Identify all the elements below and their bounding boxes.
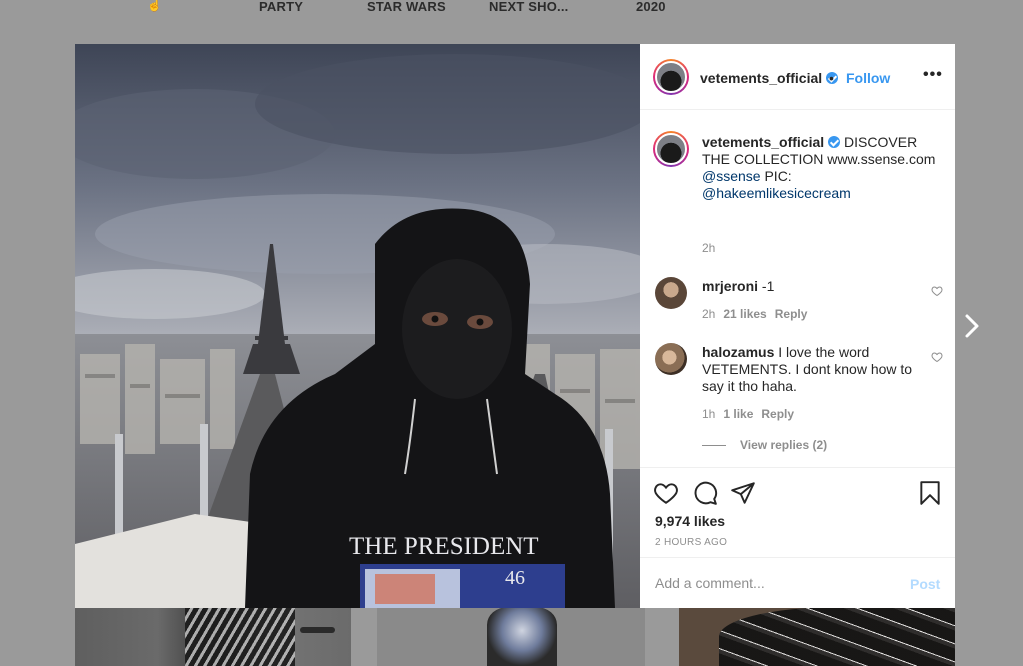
shirt-print-number: 46 <box>505 567 525 589</box>
like-heart-icon[interactable] <box>653 480 679 506</box>
post-author-username[interactable]: vetements_official <box>700 70 839 86</box>
post-timestamp[interactable]: 2 HOURS AGO <box>655 537 727 548</box>
like-comment-heart-icon[interactable] <box>931 285 943 297</box>
comment-username[interactable]: halozamus <box>702 344 774 360</box>
post-side-panel: vetements_official • Follow ••• vetement… <box>640 44 955 608</box>
comments-list[interactable]: vetements_official DISCOVER THE COLLECTI… <box>640 111 955 467</box>
next-post-chevron-icon[interactable] <box>963 312 983 340</box>
highlight-star-wars[interactable]: STAR WARS <box>367 0 446 14</box>
add-comment-input[interactable] <box>655 575 895 591</box>
avatar[interactable] <box>655 277 687 309</box>
comment-text: mrjeroni -1 <box>702 278 775 294</box>
verified-badge-icon <box>828 136 841 148</box>
post-caption: vetements_official DISCOVER THE COLLECTI… <box>702 134 942 202</box>
comment-text: halozamus I love the word VETEMENTS. I d… <box>702 344 913 394</box>
save-bookmark-icon[interactable] <box>917 480 943 506</box>
separator-dot: • <box>829 70 834 86</box>
highlight-next-show[interactable]: NEXT SHO... <box>489 0 569 14</box>
more-options-icon[interactable]: ••• <box>923 66 943 84</box>
post-grid-thumbnails <box>0 607 1023 666</box>
caption-avatar[interactable] <box>653 131 689 167</box>
comment-bubble-icon[interactable] <box>692 480 718 506</box>
caption-username[interactable]: vetements_official <box>702 134 824 150</box>
comment-likes[interactable]: 21 likes <box>723 307 766 321</box>
post-actions: 9,974 likes 2 HOURS AGO <box>640 467 955 557</box>
grid-thumbnail[interactable] <box>679 607 955 666</box>
story-highlights-strip: ☝ PARTY STAR WARS NEXT SHO... 2020 <box>0 0 1023 20</box>
post-comment-button[interactable]: Post <box>910 576 940 592</box>
grid-thumbnail[interactable] <box>377 607 645 666</box>
highlight-party[interactable]: PARTY <box>259 0 303 14</box>
avatar[interactable] <box>655 343 687 375</box>
post-modal: THE PRESIDENT 46 vetements_official • Fo… <box>75 44 955 608</box>
comment-likes[interactable]: 1 like <box>723 407 753 421</box>
avatar[interactable] <box>653 59 689 95</box>
view-replies-button[interactable]: View replies (2) <box>702 438 827 452</box>
likes-count[interactable]: 9,974 likes <box>655 513 725 529</box>
post-photo[interactable]: THE PRESIDENT 46 <box>75 44 640 608</box>
like-comment-heart-icon[interactable] <box>931 351 943 363</box>
grid-thumbnail[interactable] <box>75 607 351 666</box>
reply-button[interactable]: Reply <box>761 407 794 421</box>
reply-button[interactable]: Reply <box>775 307 808 321</box>
highlight-2020[interactable]: 2020 <box>636 0 666 14</box>
follow-button[interactable]: Follow <box>846 70 890 86</box>
add-comment-bar: Post <box>640 557 955 608</box>
post-header: vetements_official • Follow ••• <box>640 44 955 110</box>
shirt-print-text: THE PRESIDENT <box>349 533 539 560</box>
caption-time: 2h <box>702 241 716 255</box>
share-send-icon[interactable] <box>730 480 756 506</box>
mention-link[interactable]: @ssense <box>702 168 761 184</box>
comment-meta: 2h 21 likes Reply <box>702 307 808 321</box>
highlight-emoji[interactable]: ☝ <box>147 0 162 12</box>
comment-meta: 1h 1 like Reply <box>702 407 795 421</box>
mention-link[interactable]: @hakeemlikesicecream <box>702 185 851 201</box>
caption-text: PIC: <box>760 168 792 184</box>
comment-username[interactable]: mrjeroni <box>702 278 758 294</box>
